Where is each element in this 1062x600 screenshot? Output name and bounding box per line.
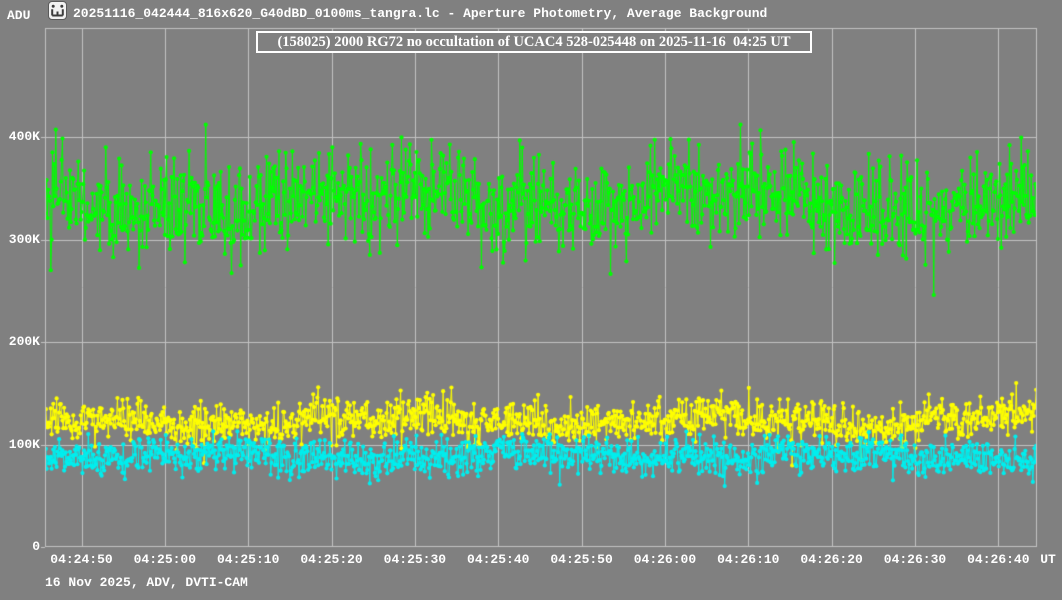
tangra-light-curve-window: ADU 20251116_042444_816x620_G40dBD_0100m… bbox=[0, 0, 1062, 600]
event-annotation-text: (158025) 2000 RG72 no occultation of UCA… bbox=[277, 34, 790, 51]
light-curve-icon bbox=[48, 1, 67, 20]
x-axis-unit-label: UT bbox=[1033, 552, 1062, 567]
y-axis-unit-label: ADU bbox=[7, 8, 30, 23]
event-annotation-box: (158025) 2000 RG72 no occultation of UCA… bbox=[256, 31, 812, 53]
tangra-app-icon bbox=[48, 1, 67, 20]
light-curve-plot bbox=[0, 0, 1062, 600]
window-title: 20251116_042444_816x620_G40dBD_0100ms_ta… bbox=[73, 6, 767, 21]
footer-observation-info: 16 Nov 2025, ADV, DVTI-CAM bbox=[45, 575, 248, 590]
